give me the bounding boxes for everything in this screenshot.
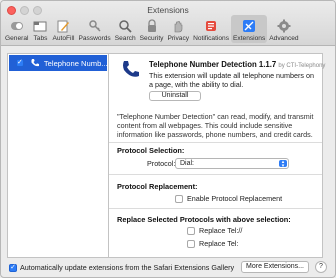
- replace-selected-heading: Replace Selected Protocols with above se…: [117, 215, 291, 224]
- key-icon: [87, 18, 103, 34]
- tab-search[interactable]: Search: [113, 15, 138, 43]
- tab-label: Notifications: [193, 35, 229, 42]
- tab-label: Tabs: [33, 35, 48, 42]
- phone-icon: [30, 58, 40, 68]
- replace-tel-option[interactable]: Replace Tel:: [187, 239, 238, 248]
- tab-passwords[interactable]: Passwords: [76, 15, 112, 43]
- tab-label: General: [5, 35, 29, 42]
- extension-name: Telephone Number Detection 1.1.7: [149, 60, 277, 69]
- window-title: Extensions: [147, 5, 189, 15]
- auto-update-label: Automatically update extensions from the…: [20, 263, 235, 272]
- protocol-selection-heading: Protocol Selection:: [117, 146, 185, 155]
- tab-tabs[interactable]: Tabs: [30, 15, 50, 43]
- tab-advanced[interactable]: Advanced: [267, 15, 300, 43]
- search-icon: [117, 18, 133, 34]
- extensions-list: ✓ Telephone Numb...: [7, 53, 109, 258]
- replace-tel-slashes-option[interactable]: Replace Tel://: [187, 226, 242, 235]
- divider: [109, 208, 322, 209]
- replace-tel-label: Replace Tel:: [199, 239, 239, 248]
- extension-details-pane: Telephone Number Detection 1.1.7 by CTI-…: [109, 53, 325, 258]
- help-button[interactable]: ?: [315, 261, 327, 273]
- tab-label: Privacy: [167, 35, 190, 42]
- hand-icon: [170, 18, 186, 34]
- lock-icon: [144, 18, 160, 34]
- auto-update-checkbox[interactable]: ✓: [9, 263, 17, 272]
- extension-name-label: Telephone Numb...: [43, 58, 108, 68]
- replace-tel-slashes-checkbox[interactable]: [187, 226, 195, 235]
- tab-label: Search: [114, 35, 136, 42]
- tab-label: Security: [139, 35, 164, 42]
- extension-title: Telephone Number Detection 1.1.7 by CTI-…: [149, 60, 325, 69]
- uninstall-button[interactable]: Uninstall: [149, 91, 201, 101]
- extension-enabled-checkbox[interactable]: ✓: [16, 59, 24, 67]
- phone-icon: [119, 59, 141, 81]
- enable-protocol-replacement-checkbox[interactable]: [175, 194, 183, 203]
- tab-notifications[interactable]: Notifications: [191, 15, 231, 43]
- replace-tel-checkbox[interactable]: [187, 239, 195, 248]
- enable-protocol-replacement-option[interactable]: Enable Protocol Replacement: [175, 194, 282, 203]
- tab-label: AutoFill: [52, 35, 75, 42]
- permission-warning: "Telephone Number Detection" can read, m…: [117, 112, 314, 139]
- puzzle-icon: [241, 18, 257, 34]
- tab-general[interactable]: General: [3, 15, 30, 43]
- tab-label: Advanced: [269, 35, 299, 42]
- extension-description: This extension will update all telephone…: [149, 71, 315, 89]
- protocol-select[interactable]: Dial: ▴ ▾: [175, 158, 289, 169]
- preferences-window: Extensions General Tabs AutoFill Passwor…: [0, 0, 336, 278]
- preferences-toolbar: General Tabs AutoFill Passwords Search S…: [3, 15, 301, 45]
- general-switch-icon: [9, 18, 25, 34]
- tab-privacy[interactable]: Privacy: [165, 15, 191, 43]
- title-bar: Extensions General Tabs AutoFill Passwor…: [1, 1, 335, 46]
- gear-icon: [276, 18, 292, 34]
- extension-author: by CTI-Telephony: [278, 63, 326, 69]
- enable-protocol-replacement-label: Enable Protocol Replacement: [187, 194, 283, 203]
- list-item[interactable]: ✓ Telephone Numb...: [9, 55, 108, 71]
- replace-tel-slashes-label: Replace Tel://: [199, 226, 243, 235]
- protocol-label: Protocol:: [147, 159, 176, 168]
- divider: [109, 174, 322, 175]
- divider: [109, 142, 322, 143]
- protocol-replacement-heading: Protocol Replacement:: [117, 182, 198, 191]
- autofill-pencil-icon: [55, 18, 71, 34]
- more-extensions-button[interactable]: More Extensions...: [241, 261, 309, 273]
- tab-security[interactable]: Security: [138, 15, 166, 43]
- chevron-updown-icon: ▴ ▾: [279, 160, 287, 169]
- tab-extensions[interactable]: Extensions: [231, 15, 268, 43]
- auto-update-option[interactable]: ✓ Automatically update extensions from t…: [9, 263, 234, 272]
- protocol-select-value: Dial:: [180, 160, 195, 167]
- tabs-icon: [32, 18, 48, 34]
- bell-icon: [203, 18, 219, 34]
- tab-autofill[interactable]: AutoFill: [50, 15, 76, 43]
- tab-label: Extensions: [233, 35, 266, 42]
- tab-label: Passwords: [78, 35, 111, 42]
